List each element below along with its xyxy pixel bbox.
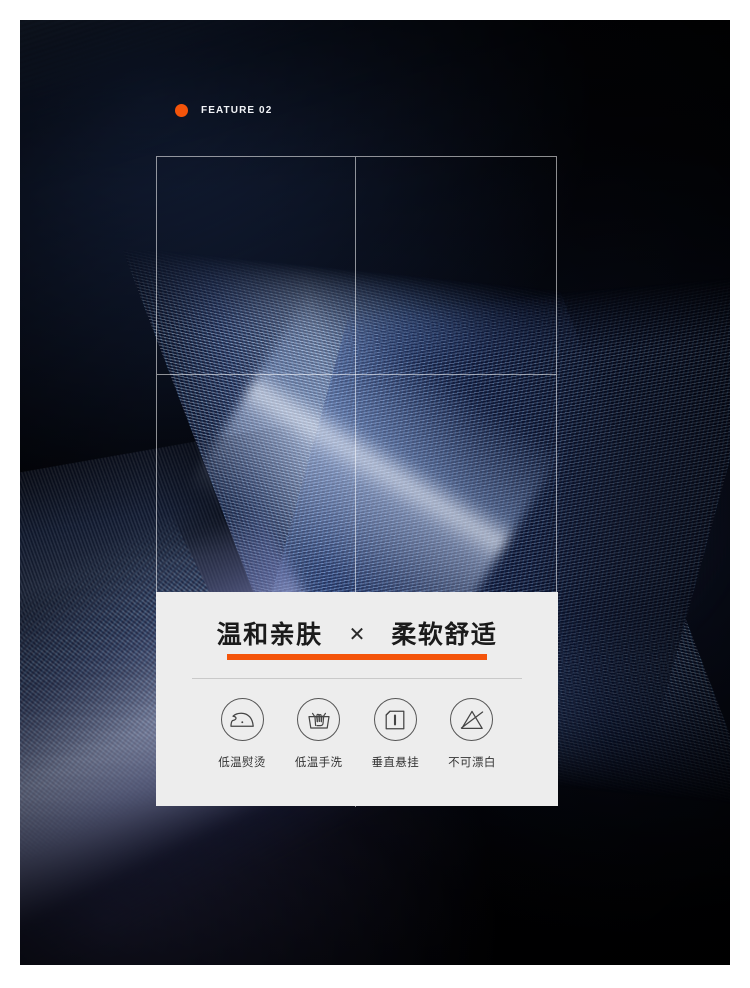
- heading-separator-icon: ✕: [348, 624, 366, 646]
- care-item-iron: 低温熨烫: [206, 698, 278, 770]
- fabric-photo: [20, 20, 730, 965]
- feature-tag-label: FEATURE 02: [201, 105, 273, 116]
- hand-wash-icon: [297, 698, 341, 741]
- no-bleach-icon: [450, 698, 494, 741]
- heading-left-text: 温和亲肤: [216, 620, 323, 649]
- care-label-iron: 低温熨烫: [218, 755, 266, 769]
- info-card: 温和亲肤 ✕ 柔软舒适 低温熨烫 低温手洗 垂直悬挂 不可漂白: [156, 592, 558, 806]
- care-label-no-bleach: 不可漂白: [448, 755, 496, 769]
- care-item-no-bleach: 不可漂白: [436, 698, 508, 770]
- heading-right-text: 柔软舒适: [391, 620, 498, 649]
- care-item-drip-dry: 垂直悬挂: [359, 698, 431, 770]
- card-heading: 温和亲肤 ✕ 柔软舒适: [156, 622, 558, 647]
- care-label-hand-wash: 低温手洗: [294, 755, 343, 769]
- care-instruction-row: 低温熨烫 低温手洗 垂直悬挂 不可漂白: [206, 698, 508, 770]
- care-item-hand-wash: 低温手洗: [283, 698, 355, 770]
- drip-dry-hang-icon: [373, 698, 417, 741]
- heading-underline-bar: [227, 654, 487, 660]
- care-label-drip-dry: 垂直悬挂: [371, 755, 420, 769]
- feature-tag: FEATURE 02: [175, 104, 272, 117]
- iron-low-temp-icon: [220, 698, 264, 741]
- product-feature-page: FEATURE 02 温和亲肤 ✕ 柔软舒适 低温熨烫 低温手洗 垂直悬挂 不可…: [0, 0, 750, 988]
- orange-dot-icon: [175, 104, 188, 117]
- card-divider: [192, 678, 522, 679]
